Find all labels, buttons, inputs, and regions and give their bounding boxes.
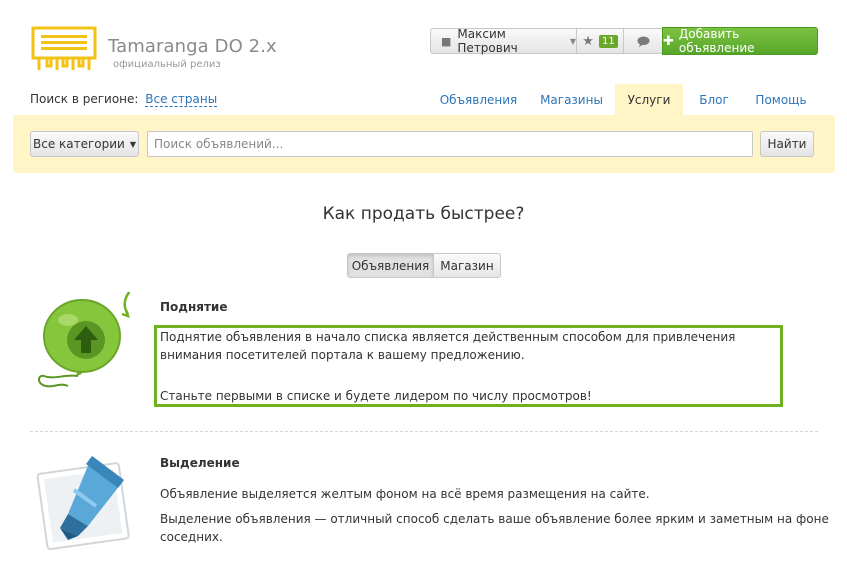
balloon-up-arrow-icon	[38, 292, 130, 388]
page-title: Как продать быстрее?	[322, 204, 525, 224]
favorites-button[interactable]: ★ 11	[576, 28, 624, 54]
plus-icon: ✚	[663, 33, 674, 49]
category-dropdown[interactable]: Все категории ▼	[30, 131, 139, 157]
favorites-count-badge: 11	[598, 34, 618, 48]
chevron-down-icon: ▼	[129, 139, 137, 149]
nav-tab-blog[interactable]: Блог	[693, 84, 735, 116]
service-title-raise: Поднятие	[160, 300, 228, 314]
service-text-raise-2: Станьте первыми в списке и будете лидеро…	[160, 389, 592, 403]
region-link[interactable]: Все страны	[145, 92, 218, 107]
brand-subtitle: официальный релиз	[113, 59, 221, 70]
add-listing-button[interactable]: ✚ Добавить объявление	[662, 27, 818, 55]
service-type-tabs: Объявления Магазин	[347, 253, 501, 278]
brand-name: Tamaranga DO 2.x	[108, 36, 277, 57]
search-button[interactable]: Найти	[760, 131, 814, 157]
region-label: Поиск в регионе:	[30, 92, 139, 106]
chat-bubble-icon	[637, 36, 649, 47]
user-icon: ■	[441, 34, 452, 48]
nav-tab-listings[interactable]: Объявления	[435, 84, 522, 116]
user-menu-button[interactable]: ■ Максим Петрович ▼	[430, 27, 577, 55]
add-listing-label: Добавить объявление	[678, 27, 755, 55]
service-title-highlight: Выделение	[160, 456, 240, 470]
service-text-raise-1: Поднятие объявления в начало списка явля…	[160, 330, 736, 362]
star-icon: ★	[582, 33, 594, 49]
region-selector: Поиск в регионе: Все страны	[30, 92, 218, 107]
nav-tab-help[interactable]: Помощь	[750, 84, 812, 116]
service-text-highlight-1: Объявление выделяется желтым фоном на вс…	[160, 487, 650, 501]
highlighter-marker-icon	[36, 456, 130, 550]
tab-listings[interactable]: Объявления	[347, 253, 434, 278]
nav-tab-services[interactable]: Услуги	[615, 84, 683, 116]
tab-shop[interactable]: Магазин	[434, 253, 501, 278]
logo-icon	[31, 26, 97, 70]
messages-button[interactable]	[623, 28, 663, 54]
service-text-highlight-2: Выделение объявления — отличный способ с…	[160, 512, 829, 544]
user-name: Максим Петрович	[457, 27, 518, 55]
divider	[30, 431, 818, 432]
search-input[interactable]	[147, 131, 753, 157]
nav-tab-shops[interactable]: Магазины	[532, 84, 611, 116]
category-label: Все категории	[32, 137, 125, 151]
